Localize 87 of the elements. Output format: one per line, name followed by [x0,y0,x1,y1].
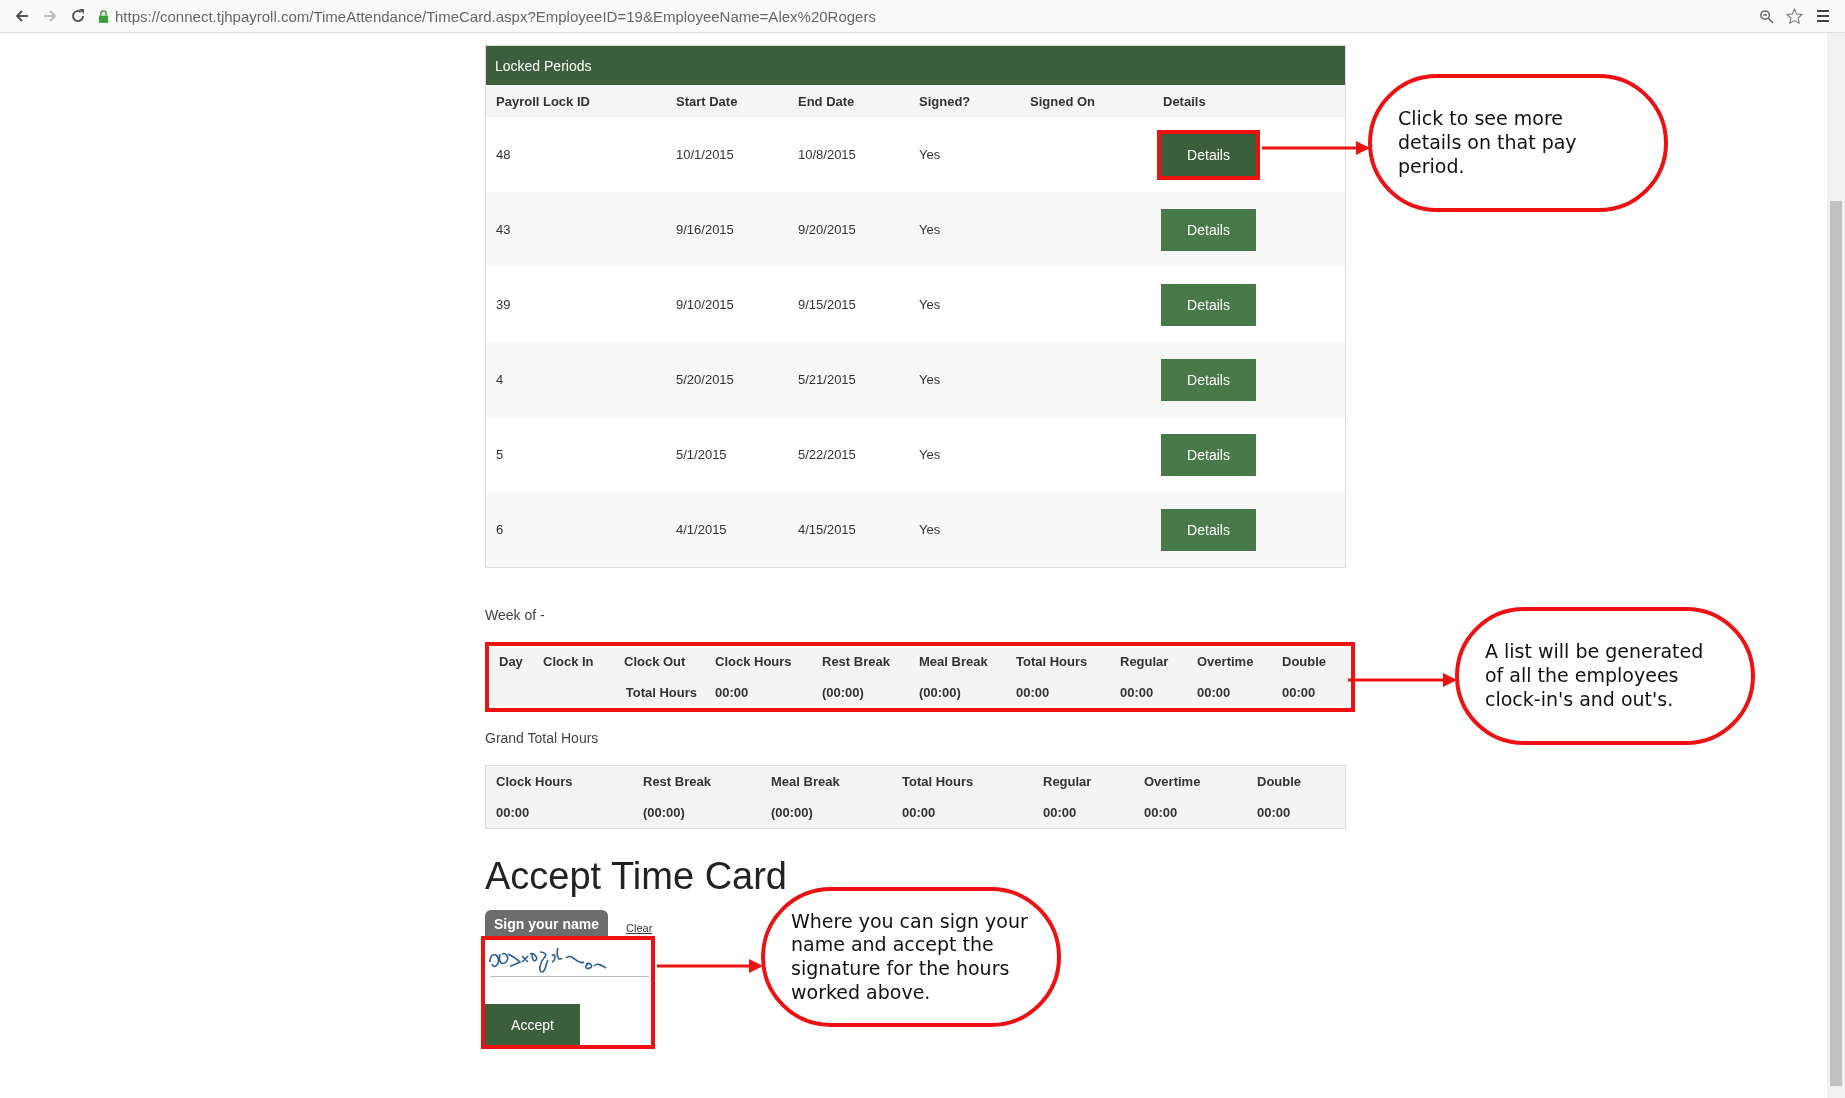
column-header: Double [1281,654,1328,669]
table-cell-text: 10/1/2015 [675,147,735,162]
column-header: Rest Break [642,774,712,789]
table-cell-text: 5/1/2015 [675,447,728,462]
star-icon[interactable] [1786,7,1803,25]
table-cell-text: 5 [495,447,505,462]
reload-icon[interactable] [70,8,86,24]
scrollbar[interactable] [1827,33,1845,1098]
column-header: Start Date [675,93,739,109]
table-cell-text: (00:00) [918,685,962,700]
table-cell-text: 5/20/2015 [675,372,735,387]
table-cell-text: 00:00 [495,805,531,820]
table-cell-text: Yes [918,147,942,162]
column-header: Regular [1119,654,1170,669]
zoom-icon[interactable] [1759,8,1774,24]
callout-text: Click to see more details on that pay period. [1398,107,1578,179]
table-title: Locked Periods [486,46,1345,85]
table-cell-text: 00:00 [1015,685,1051,700]
sign-tab[interactable]: Sign your name [485,910,609,938]
table-cell-text: 5/22/2015 [797,447,857,462]
address-bar[interactable]: https://connect.tjhpayroll.com/TimeAttendance/TimeCard.aspx?EmployeeID=19&EmployeeName=Alex%20Rogers [98,3,1747,29]
table-cell-text: 9/16/2015 [675,222,735,237]
column-header: Details [1162,93,1207,109]
clear-link[interactable]: Clear [626,922,653,938]
accept-button[interactable]: Accept [485,1004,580,1045]
url-text: https://connect.tjhpayroll.com/TimeAttendance/TimeCard.aspx?EmployeeID=19&EmployeeName=Alex%20Rogers [115,7,876,25]
column-header: End Date [797,93,856,109]
column-header: Clock Hours [495,774,574,789]
table-cell-text: 00:00 [1119,685,1155,700]
signature-pad[interactable]: Accept [485,940,651,1045]
column-header: Signed? [918,93,972,109]
column-header: Clock Hours [714,654,793,669]
table-cell-text: 4 [495,372,505,387]
column-header: Double [1256,774,1303,789]
table-cell-text: 10/8/2015 [797,147,857,162]
table-cell-text: (00:00) [770,805,814,820]
table-cell-text: Yes [918,522,942,537]
column-header: Total Hours [1015,654,1089,669]
table-cell-text: 4/15/2015 [797,522,857,537]
table-cell-text: 5/21/2015 [797,372,857,387]
table-cell-text: 00:00 [1256,805,1292,820]
callout-text: A list will be generated of all the employees clock-in's and out's. [1485,640,1705,712]
grand-total-label: Grand Total Hours [485,730,600,746]
total-label: Total Hours [624,685,698,700]
menu-icon[interactable] [1815,8,1831,24]
page-heading: Accept Time Card [485,855,788,898]
back-icon[interactable] [14,8,30,24]
column-header: Clock In [542,654,595,669]
table-cell-text: 4/1/2015 [675,522,728,537]
column-header: Overtime [1196,654,1255,669]
table-cell-text: 00:00 [1196,685,1232,700]
column-header: Meal Break [918,654,989,669]
table-cell-text: 00:00 [1143,805,1179,820]
table-cell-text: 9/10/2015 [675,297,735,312]
table-cell-text: 00:00 [1042,805,1078,820]
table-cell-text: (00:00) [821,685,865,700]
column-header: Meal Break [770,774,841,789]
table-cell-text: Yes [918,297,942,312]
table-cell-text: Yes [918,447,942,462]
column-header: Total Hours [901,774,975,789]
week-label: Week of - [485,607,546,623]
table-cell-text: 43 [495,222,512,237]
details-button[interactable]: Details [1161,208,1256,251]
column-header: Rest Break [821,654,891,669]
details-button[interactable]: Details [1161,358,1256,401]
column-header: Payroll Lock ID [495,93,591,109]
table-cell-text: 00:00 [714,685,750,700]
column-header: Clock Out [623,654,687,669]
details-button[interactable]: Details [1161,508,1256,551]
details-button[interactable]: Details [1161,433,1256,476]
table-cell-text: 9/20/2015 [797,222,857,237]
table-cell-text: 00:00 [901,805,937,820]
table-cell-text: 6 [495,522,505,537]
column-header: Signed On [1029,93,1096,109]
table-cell-text: 00:00 [1281,685,1317,700]
column-header: Regular [1042,774,1093,789]
column-header: Overtime [1143,774,1202,789]
lock-icon [98,9,109,23]
table-cell-text: (00:00) [642,805,686,820]
details-button[interactable]: Details [1161,283,1256,326]
table-cell-text: 9/15/2015 [797,297,857,312]
callout-text: Where you can sign your name and accept the signature for the hours worked above. [791,909,1029,1005]
table-cell-text: 39 [495,297,512,312]
column-header: Day [498,654,524,669]
table-cell-text: 48 [495,147,512,162]
table-cell-text: Yes [918,222,942,237]
table-cell-text: Yes [918,372,942,387]
